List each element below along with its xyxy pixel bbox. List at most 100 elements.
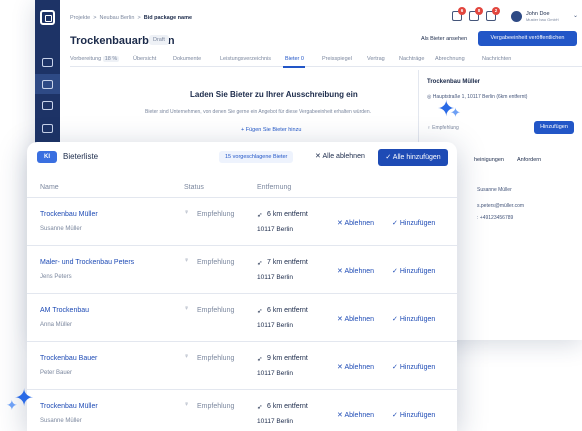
notification-badge: 6 [458,7,466,15]
bidder-contact: Peter Bauer [40,370,73,376]
lightbulb-icon: ♀ [184,209,190,216]
nav-folder-icon[interactable] [42,101,53,110]
bidder-distance: 6 km entfernt [267,307,308,314]
bidder-detail-add-button[interactable]: Hinzufügen [534,121,574,134]
nav-inbox-icon[interactable] [42,80,53,89]
add-button[interactable]: ✓ Hinzufügen [392,411,435,419]
bidder-company[interactable]: Maler- und Trockenbau Peters [40,259,134,266]
logo-icon[interactable] [40,10,55,25]
bidder-status: Empfehlung [197,403,235,410]
tab-nachrichten[interactable]: Nachrichten [482,56,511,62]
bidder-contact: Susanne Müller [40,226,82,232]
tab-abrechnung[interactable]: Abrechnung [435,56,465,62]
active-tab-indicator [283,66,305,68]
add-button[interactable]: ✓ Hinzufügen [392,363,435,371]
reject-button[interactable]: ✕ Ablehnen [337,267,374,275]
avatar[interactable] [511,11,522,22]
bidder-contact: Anna Müller [40,322,73,328]
tab-certificates[interactable]: heinigungen [474,157,504,163]
table-row[interactable]: Trockenbau Müller Susanne Müller ♀ Empfehlu… [27,197,457,245]
chevron-down-icon[interactable]: ⌄ [573,12,578,19]
bidder-distance: 6 km entfernt [267,211,308,218]
tab-preisspiegel[interactable]: Preisspiegel [322,56,352,62]
check-icon: ✓ [385,154,392,161]
suggested-bidders-badge[interactable]: 15 vorgeschlagene Bieter [219,151,294,163]
contact-email[interactable]: s.peters@müller.com [477,203,524,209]
bidder-status: Empfehlung [197,307,235,314]
reject-button[interactable]: ✕ Ablehnen [337,363,374,371]
bidder-status: Empfehlung [197,259,235,266]
column-header-name: Name [40,184,59,191]
breadcrumb-root[interactable]: Projekte [70,15,90,21]
bidder-city: 10117 Berlin [257,322,294,329]
bidder-distance: 7 km entfernt [267,259,308,266]
column-header-distance: Entfernung [257,184,292,191]
bidder-city: 10117 Berlin [257,418,294,425]
bidder-detail-status: ♀ Empfehlung [427,125,459,131]
contact-name: Susanne Müller [477,187,512,193]
close-icon: ✕ [337,364,343,371]
tab-nachtraege[interactable]: Nachträge [399,56,424,62]
add-button[interactable]: ✓ Hinzufügen [392,267,435,275]
nav-rocket-icon[interactable] [42,58,53,67]
bidder-company[interactable]: Trockenbau Müller [40,403,98,410]
bidder-detail-name: Trockenbau Müller [427,79,481,85]
reject-button[interactable]: ✕ Ablehnen [337,315,374,323]
nav-document-icon[interactable] [42,124,53,133]
status-badge: Draft [149,35,169,45]
bidder-company[interactable]: Trockenbau Müller [40,211,98,218]
add-all-button[interactable]: ✓ Alle hinzufügen [378,149,448,166]
empty-state-title: Laden Sie Bieter zu Ihrer Ausschreibung … [190,90,358,99]
publish-button[interactable]: Vergabeeinheit veröffentlichen [478,31,577,46]
add-bidder-link[interactable]: + Fügen Sie Bieter hinzu [241,127,301,133]
table-row[interactable]: AM Trockenbau Anna Müller ♀ Empfehlung ➶ 6 km… [27,293,457,341]
check-icon: ✓ [392,220,398,227]
check-icon: ✓ [392,316,398,323]
bidder-status: Empfehlung [197,211,235,218]
table-row[interactable]: Trockenbau Bauer Peter Bauer ♀ Empfehlung ➶ 9… [27,341,457,389]
location-icon: ◎ [427,94,432,100]
lightbulb-icon: ♀ [184,401,190,408]
reject-button[interactable]: ✕ Ablehnen [337,219,374,227]
tab-request[interactable]: Anfordern [517,157,541,163]
bidder-city: 10117 Berlin [257,226,294,233]
view-as-bidder-button[interactable]: Als Bieter ansehen [421,36,467,42]
tab-bieter[interactable]: Bieter 0 [285,56,304,62]
tab-bar: Vorbereitung 18 % Übersicht Dokumente Le… [70,56,582,68]
breadcrumb: Projekte > Neubau Berlin > Bid package n… [70,15,193,21]
tab-dokumente[interactable]: Dokumente [173,56,201,62]
column-header-status: Status [184,184,204,191]
close-icon: ✕ [337,220,343,227]
tab-vorbereitung[interactable]: Vorbereitung 18 % [70,56,120,62]
add-button[interactable]: ✓ Hinzufügen [392,315,435,323]
bidder-company[interactable]: Trockenbau Bauer [40,355,97,362]
close-icon: ✕ [315,153,321,160]
contact-phone[interactable]: : +49123456789 [477,215,513,221]
navigation-arrow-icon: ➶ [257,404,263,411]
breadcrumb-project[interactable]: Neubau Berlin [100,15,135,21]
bidder-company[interactable]: AM Trockenbau [40,307,89,314]
close-icon: ✕ [337,412,343,419]
breadcrumb-current: Bid package name [143,15,193,21]
tab-vertrag[interactable]: Vertrag [367,56,385,62]
sparkle-icon: ✦ [450,105,461,120]
table-row[interactable]: Maler- und Trockenbau Peters Jens Peters ♀… [27,245,457,293]
user-menu[interactable]: John Doe Muster bau GmbH [526,11,559,23]
close-icon: ✕ [337,316,343,323]
tab-uebersicht[interactable]: Übersicht [133,56,156,62]
bidder-list-card: KI Bieterliste 15 vorgeschlagene Bieter … [27,142,457,431]
notification-badge: 8 [475,7,483,15]
tab-leistungsverzeichnis[interactable]: Leistungsverzeichnis [220,56,271,62]
empty-state-description: Bieter sind Unternehmen, von denen Sie g… [145,109,371,115]
lightbulb-icon: ♀ [427,125,431,131]
card-title: Bieterliste [63,152,99,161]
navigation-arrow-icon: ➶ [257,260,263,267]
bidder-city: 10117 Berlin [257,274,294,281]
reject-button[interactable]: ✕ Ablehnen [337,411,374,419]
reject-all-button[interactable]: ✕ Alle ablehnen [315,152,365,160]
table-row[interactable]: Trockenbau Müller Susanne Müller ♀ Empfehlu… [27,389,457,431]
bidder-city: 10117 Berlin [257,370,294,377]
add-button[interactable]: ✓ Hinzufügen [392,219,435,227]
bidder-status: Empfehlung [197,355,235,362]
check-icon: ✓ [392,364,398,371]
